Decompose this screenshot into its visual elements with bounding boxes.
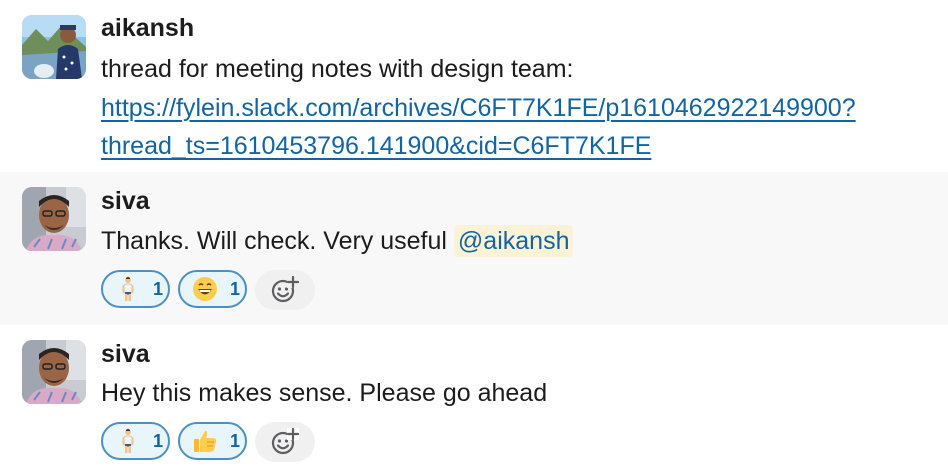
message-text: thread for meeting notes with design tea… xyxy=(101,55,574,83)
message-link-line1[interactable]: https://fylein.slack.com/archives/C6FT7K… xyxy=(101,89,856,127)
message-link-line2[interactable]: thread_ts=1610453796.141900&cid=C6FT7K1F… xyxy=(101,127,651,165)
avatar-siva[interactable] xyxy=(22,340,86,404)
grinning-face-icon xyxy=(192,276,218,302)
avatar-image xyxy=(22,340,86,404)
add-emoji-icon xyxy=(271,427,300,455)
message-siva-2[interactable]: siva Hey this makes sense. Please go ahe… xyxy=(0,325,948,476)
user-mention[interactable]: @aikansh xyxy=(453,225,574,257)
add-emoji-icon xyxy=(271,275,300,303)
add-reaction-button[interactable] xyxy=(255,422,315,462)
author-name[interactable]: siva xyxy=(101,186,150,216)
avatar-siva[interactable] xyxy=(22,187,86,251)
reaction-count: 1 xyxy=(153,430,164,451)
avatar-image xyxy=(22,187,86,251)
add-reaction-button[interactable] xyxy=(255,270,315,310)
thread-link[interactable]: https://fylein.slack.com/archives/C6FT7K… xyxy=(101,94,856,122)
reaction-bar: 1 1 xyxy=(101,422,315,462)
thread-link-continued[interactable]: thread_ts=1610453796.141900&cid=C6FT7K1F… xyxy=(101,132,651,160)
reaction-standing-person[interactable]: 1 xyxy=(101,270,170,308)
reaction-bar: 1 1 xyxy=(101,270,315,310)
author-name[interactable]: siva xyxy=(101,339,150,369)
message-aikansh[interactable]: aikansh thread for meeting notes with de… xyxy=(0,0,948,172)
reaction-standing-person[interactable]: 1 xyxy=(101,422,170,460)
reaction-thumbs-up[interactable]: 1 xyxy=(178,422,247,460)
message-siva-1[interactable]: siva Thanks. Will check. Very useful @ai… xyxy=(0,172,948,325)
message-body: Thanks. Will check. Very useful xyxy=(101,227,447,255)
thumbs-up-icon xyxy=(192,428,218,454)
avatar-aikansh[interactable] xyxy=(22,15,86,79)
reaction-count: 1 xyxy=(230,430,241,451)
message-text: Thanks. Will check. Very useful @aikansh xyxy=(101,222,574,260)
author-name[interactable]: aikansh xyxy=(101,13,194,43)
standing-person-icon xyxy=(115,276,141,302)
standing-person-icon xyxy=(115,428,141,454)
avatar-image xyxy=(22,15,86,79)
reaction-grinning-face[interactable]: 1 xyxy=(178,270,247,308)
message-text: Hey this makes sense. Please go ahead xyxy=(101,379,548,407)
reaction-count: 1 xyxy=(230,278,241,299)
reaction-count: 1 xyxy=(153,278,164,299)
